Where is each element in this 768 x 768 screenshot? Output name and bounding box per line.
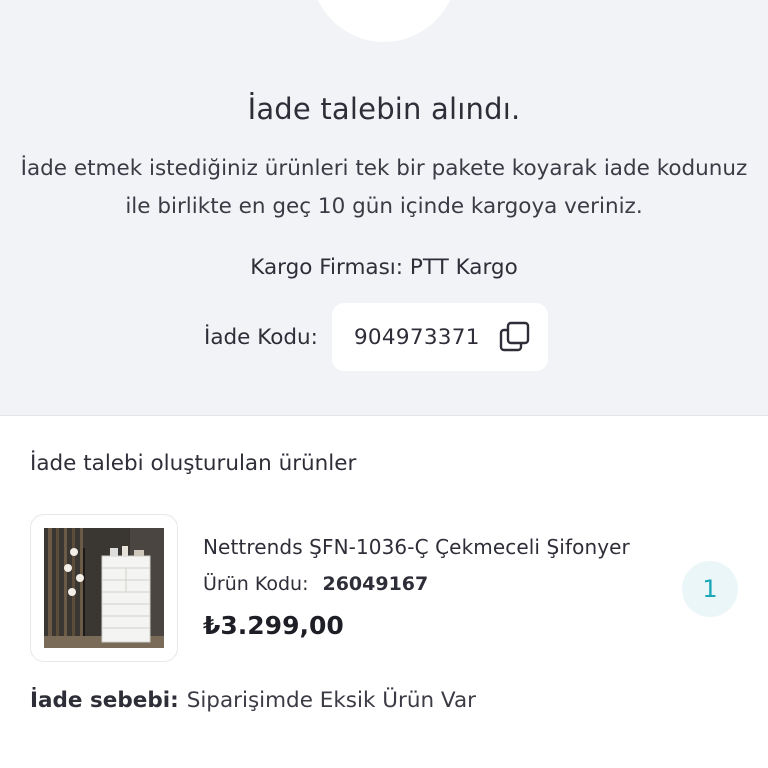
- return-reason-label: İade sebebi:: [30, 688, 179, 713]
- cargo-company-label: Kargo Firması:: [250, 255, 404, 280]
- product-price: ₺3.299,00: [203, 611, 344, 640]
- product-image: [44, 528, 164, 648]
- return-reason-value: Siparişimde Eksik Ürün Var: [186, 688, 476, 713]
- product-name[interactable]: Nettrends ŞFN-1036-Ç Çekmeceli Şifonyer: [203, 535, 630, 559]
- return-reason: İade sebebi: Siparişimde Eksik Ürün Var: [30, 688, 476, 713]
- product-code-row: Ürün Kodu: 26049167: [203, 573, 428, 595]
- return-code-value: 904973371: [353, 324, 480, 350]
- return-status-panel: İade talebin alındı. İade etmek istediği…: [0, 0, 768, 416]
- copy-icon[interactable]: [498, 320, 532, 354]
- product-code-label: Ürün Kodu:: [203, 573, 309, 595]
- product-image-card[interactable]: [30, 514, 178, 662]
- cargo-company-value: PTT Kargo: [409, 255, 518, 280]
- page-title: İade talebin alındı.: [247, 92, 521, 126]
- return-code-box[interactable]: 904973371: [331, 303, 548, 371]
- product-code-value: 26049167: [322, 573, 429, 595]
- return-instructions: İade etmek istediğiniz ürünleri tek bir …: [20, 156, 748, 219]
- quantity-badge: 1: [682, 561, 738, 617]
- return-code-label: İade Kodu:: [204, 324, 318, 350]
- status-icon-circle: [310, 0, 458, 42]
- returned-products-title: İade talebi oluşturulan ürünler: [30, 451, 357, 476]
- return-code-row: İade Kodu: 904973371: [204, 303, 548, 371]
- cargo-company: Kargo Firması: PTT Kargo: [0, 255, 768, 280]
